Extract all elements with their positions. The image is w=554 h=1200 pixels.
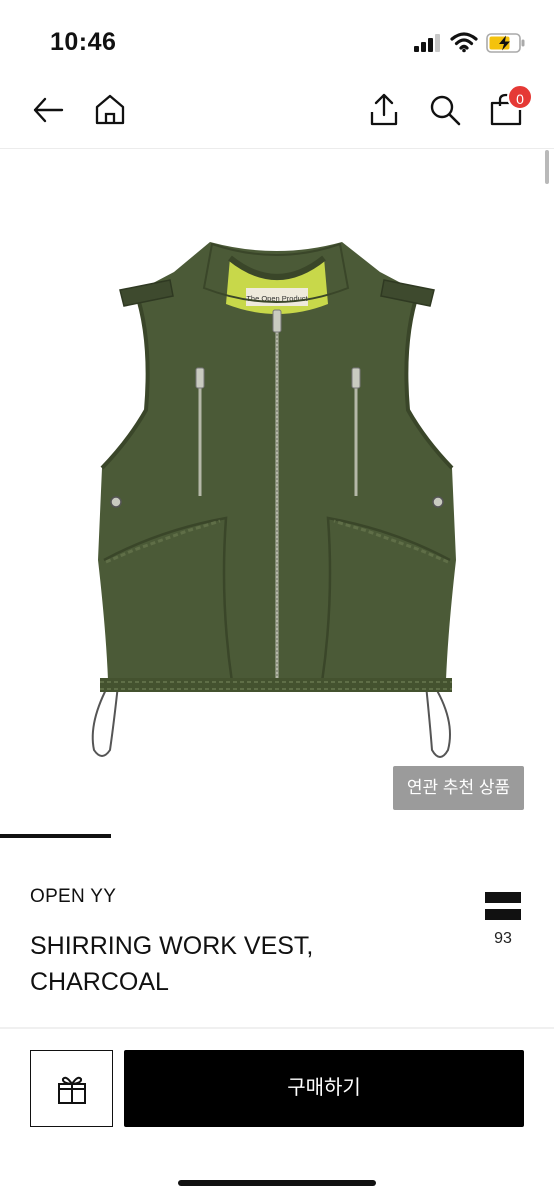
size-chart-icon[interactable] [485, 892, 521, 922]
share-icon[interactable] [366, 92, 402, 128]
cellular-signal-icon [414, 34, 440, 52]
home-indicator[interactable] [178, 1180, 376, 1186]
wifi-icon [450, 32, 478, 53]
image-carousel-indicator [0, 834, 111, 838]
home-icon[interactable] [92, 92, 128, 128]
info-divider [0, 1027, 554, 1029]
product-image[interactable]: The Open Product [80, 230, 474, 770]
related-products-button[interactable]: 연관 추천 상품 [393, 766, 524, 810]
back-arrow-icon[interactable] [30, 92, 66, 128]
search-icon[interactable] [427, 92, 463, 128]
scrollbar[interactable] [545, 150, 549, 184]
brand-name[interactable]: OPEN YY [30, 886, 116, 908]
gift-icon [57, 1076, 86, 1104]
battery-charging-icon [486, 33, 525, 53]
buy-button[interactable]: 구매하기 [124, 1050, 524, 1127]
nav-divider [0, 148, 554, 149]
cart-count-badge: 0 [507, 84, 533, 110]
product-title: SHIRRING WORK VEST, CHARCOAL [30, 932, 314, 996]
status-time: 10:46 [50, 28, 117, 56]
size-count: 93 [494, 930, 512, 947]
gift-button[interactable] [30, 1050, 113, 1127]
